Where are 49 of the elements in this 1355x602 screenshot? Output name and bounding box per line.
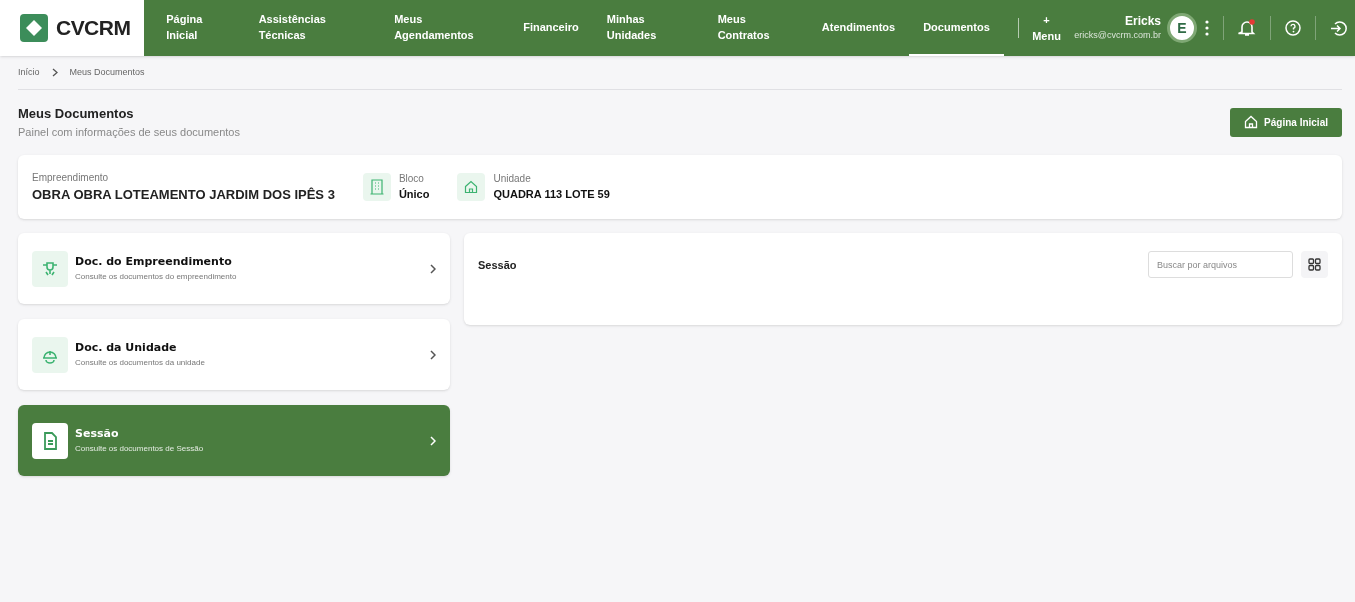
nav-link[interactable]: Minhas Unidades [592,0,704,56]
more-options-icon[interactable] [1205,20,1209,36]
card-title: Doc. do Empreendimento [75,254,233,271]
grid-view-button[interactable] [1301,251,1328,278]
help-icon[interactable] [1285,20,1301,36]
panel-title: Sessão [478,258,517,273]
card-title: Sessão [75,426,120,443]
home-button[interactable]: Página Inicial [1230,107,1342,137]
page-title: Meus Documentos [18,105,135,123]
nav-link[interactable]: Meus Contratos [703,0,808,56]
chevron-right-icon [51,68,58,77]
chevron-right-icon [430,349,436,360]
card-title: Doc. da Unidade [75,340,178,357]
nav-link[interactable]: Financeiro [509,0,593,56]
field-value: QUADRA 113 LOTE 59 [493,187,610,203]
category-card[interactable]: Doc. da Unidade Consulte os documentos da unidade [18,319,450,390]
nav-link[interactable]: Assistências Técnicas [244,0,381,56]
field-label: Empreendimento [32,170,110,185]
home-icon [1244,115,1259,129]
breadcrumb-link[interactable]: Início [18,65,40,80]
nav-link[interactable]: Página Inicial [152,0,245,56]
field-label: Bloco [398,172,425,187]
grid-icon [1308,258,1321,271]
chevron-right-icon [430,263,436,274]
category-card[interactable]: Sessão Consulte os documentos de Sessão [18,405,450,476]
home-icon [464,180,479,194]
notification-bell-icon[interactable] [1238,19,1256,37]
field-label: Unidade [493,172,532,187]
card-description: Consulte os documentos do empreendimento [75,270,237,283]
field-value: Único [398,187,430,203]
user-email: ericks@cvcrm.com.br [1074,28,1161,42]
user-avatar[interactable]: E [1167,13,1197,43]
logo-text: CVCRM [56,15,131,42]
page-subtitle: Painel com informações de seus documentos [18,124,240,140]
logo-icon [20,14,48,42]
search-field[interactable]: Buscar por arquivos [1148,251,1293,278]
menu-button[interactable]: + Menu [1018,11,1075,45]
card-description: Consulte os documentos da unidade [75,356,205,369]
category-card[interactable]: Doc. do Empreendimento Consulte os documentos do empreendimento [18,233,450,304]
logout-icon[interactable] [1330,19,1347,37]
nav-link[interactable]: Documentos [909,0,1004,56]
card-description: Consulte os documentos de Sessão [75,442,204,455]
nav-link[interactable]: Meus Agendamentos [380,0,510,56]
user-name: Ericks [1124,13,1161,29]
nav-link[interactable]: Atendimentos [807,0,910,56]
breadcrumb-current: Meus Documentos [69,65,145,79]
chevron-right-icon [430,435,436,446]
building-icon [369,179,384,195]
field-value: OBRA OBRA LOTEAMENTO JARDIM DOS IPÊS 3 [32,185,335,204]
